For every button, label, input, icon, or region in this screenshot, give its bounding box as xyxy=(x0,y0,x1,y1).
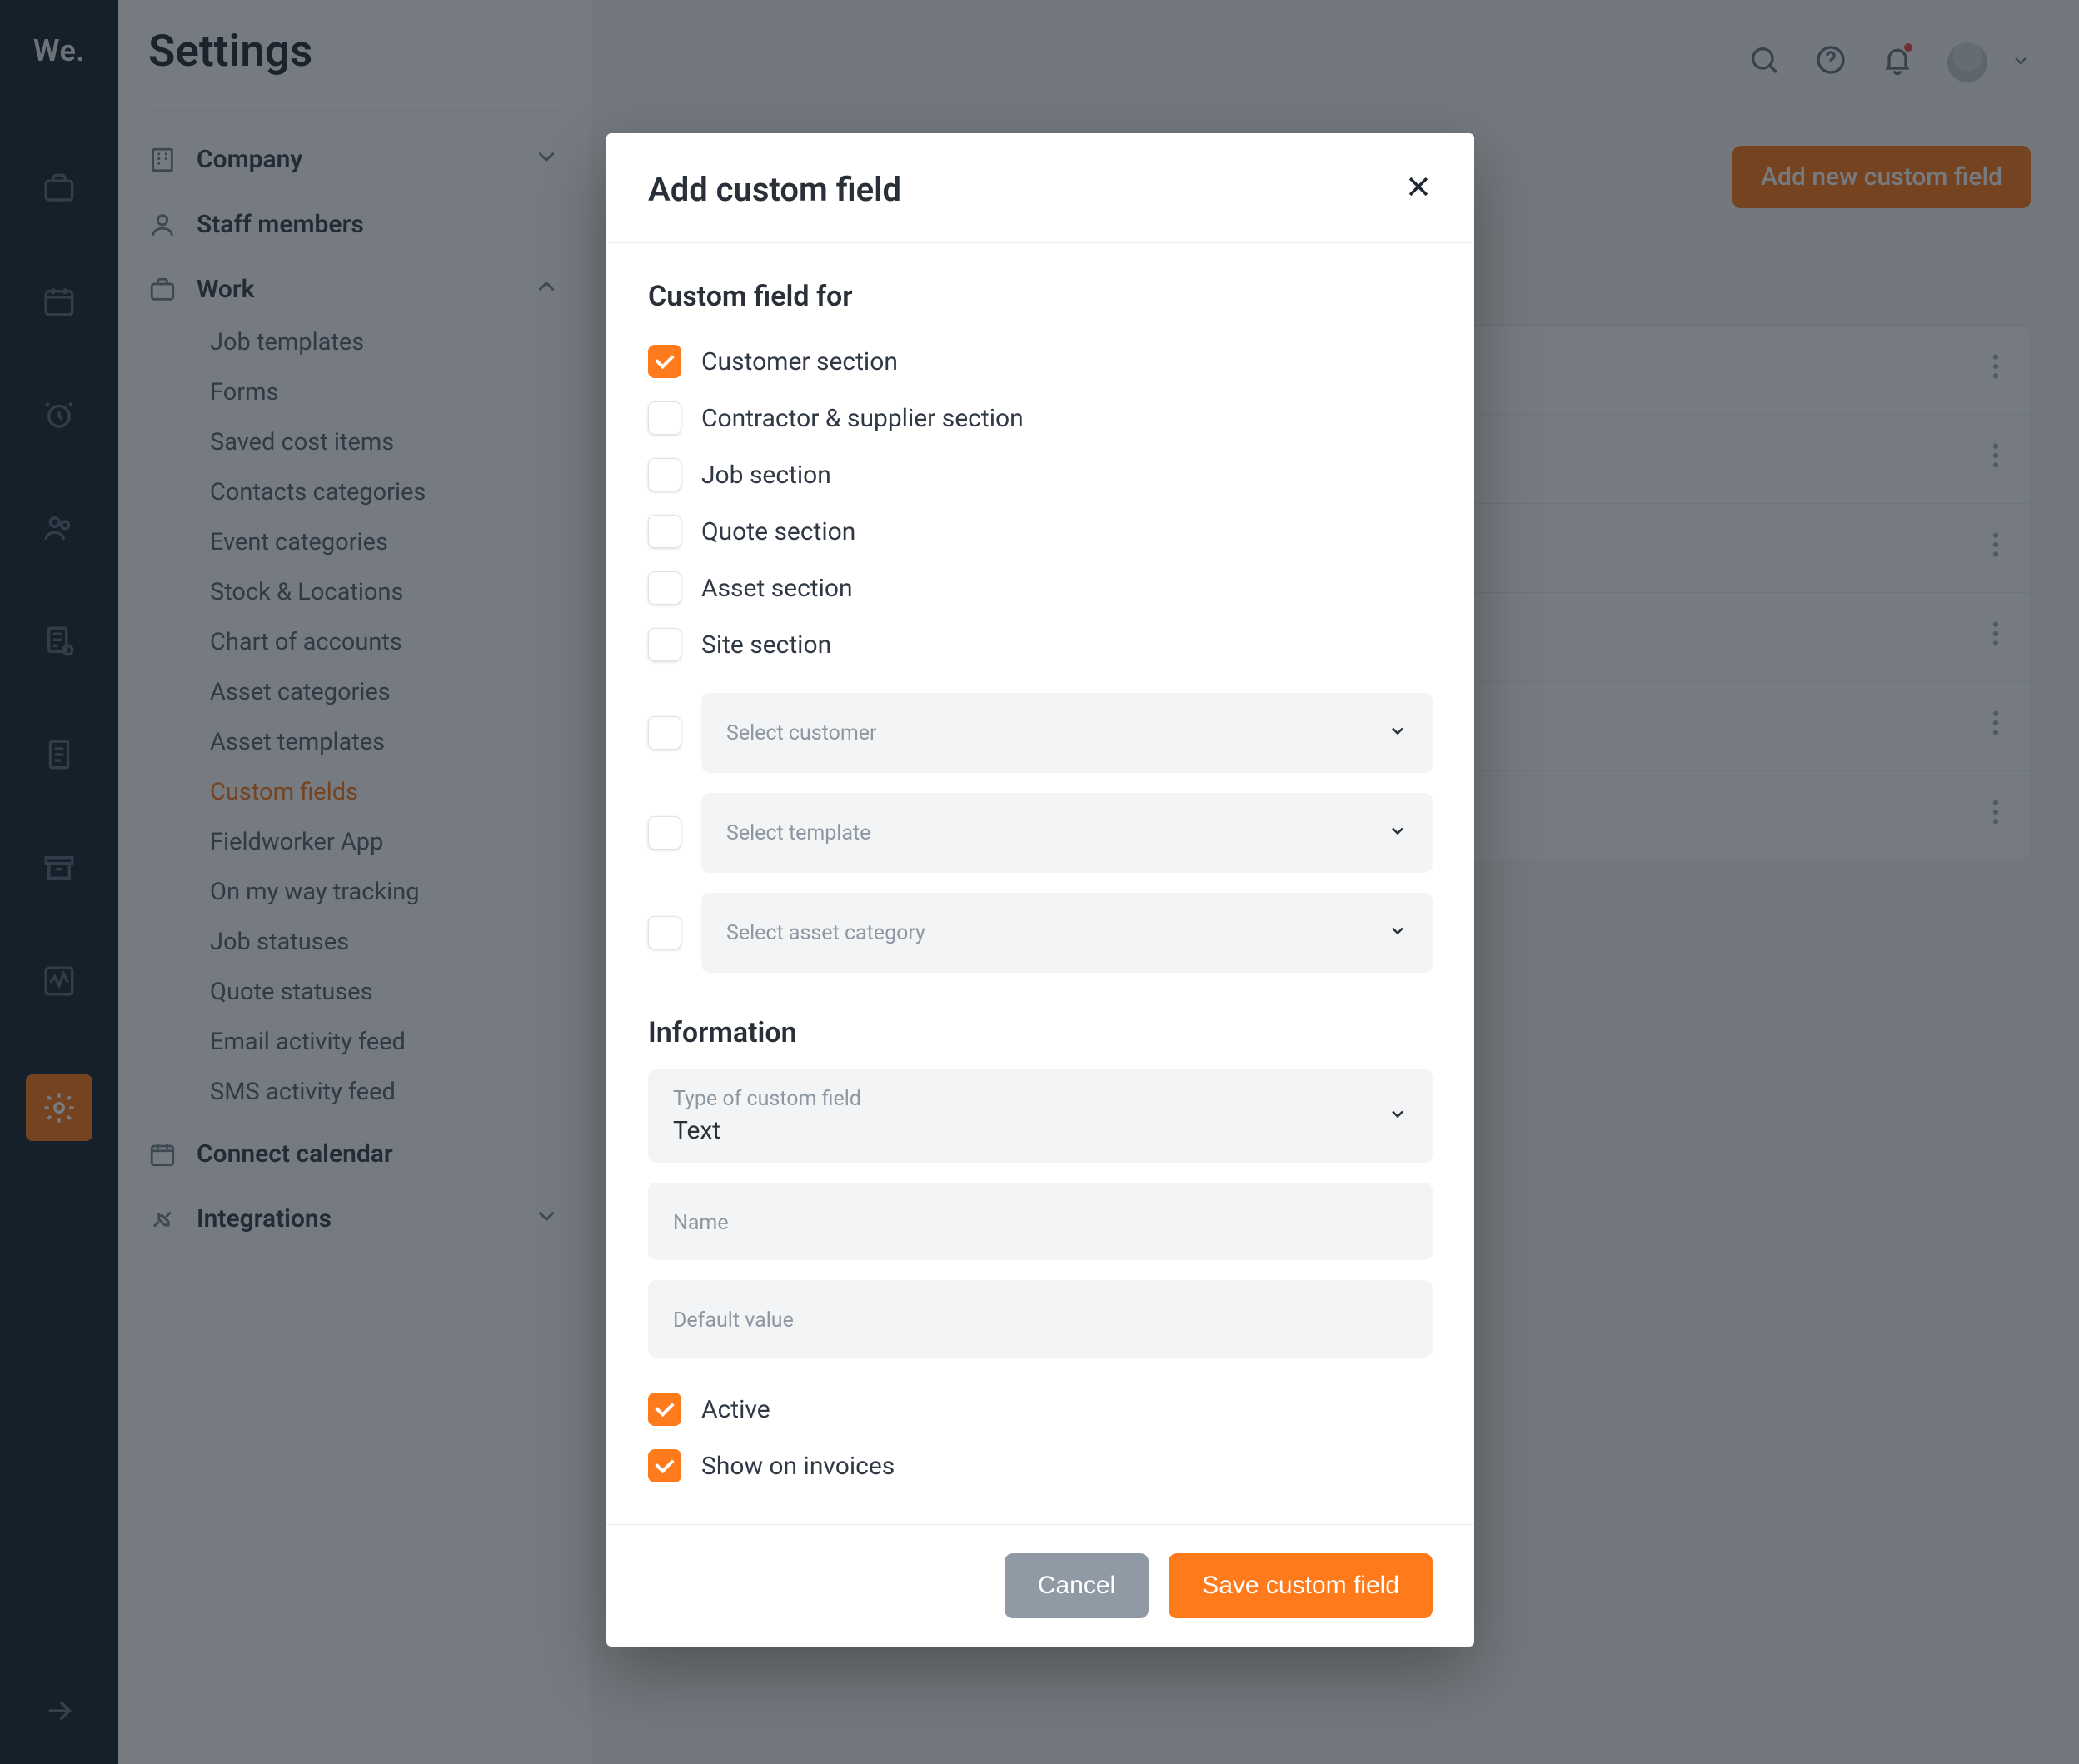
field-label: Default value xyxy=(673,1308,794,1333)
chevron-down-icon xyxy=(1388,720,1408,747)
cancel-button[interactable]: Cancel xyxy=(1005,1553,1149,1618)
save-button[interactable]: Save custom field xyxy=(1169,1553,1433,1618)
field-label: Select customer xyxy=(726,721,1408,745)
section-checkbox[interactable] xyxy=(648,458,681,491)
section-checkbox[interactable] xyxy=(648,628,681,661)
field-label: Type of custom field xyxy=(673,1087,1408,1111)
checkbox-label: Customer section xyxy=(701,347,898,376)
section-checkbox[interactable] xyxy=(648,571,681,605)
type-select[interactable]: Type of custom field Text xyxy=(648,1069,1433,1163)
name-input[interactable]: Name xyxy=(648,1183,1433,1260)
field-value: Text xyxy=(673,1116,1408,1145)
field-label: Select asset category xyxy=(726,921,1408,945)
section-checkbox[interactable] xyxy=(648,515,681,548)
select-field[interactable]: Select customer xyxy=(701,693,1433,773)
checkbox-label: Contractor & supplier section xyxy=(701,404,1024,433)
link-checkbox[interactable] xyxy=(648,716,681,750)
modal-footer: Cancel Save custom field xyxy=(606,1524,1474,1647)
show-on-invoices-checkbox[interactable] xyxy=(648,1449,681,1482)
section-title-information: Information xyxy=(648,1016,1433,1049)
section-checkbox[interactable] xyxy=(648,345,681,378)
chevron-down-icon xyxy=(1388,919,1408,947)
section-title-custom-field-for: Custom field for xyxy=(648,280,1433,313)
active-checkbox[interactable] xyxy=(648,1393,681,1426)
close-icon[interactable] xyxy=(1404,172,1433,207)
checkbox-label: Show on invoices xyxy=(701,1452,895,1481)
checkbox-label: Site section xyxy=(701,630,831,660)
chevron-down-icon xyxy=(1388,1103,1408,1130)
link-checkbox[interactable] xyxy=(648,916,681,949)
checkbox-label: Active xyxy=(701,1395,770,1424)
add-custom-field-modal: Add custom field Custom field for Custom… xyxy=(606,133,1474,1647)
field-label: Name xyxy=(673,1211,729,1235)
modal-title: Add custom field xyxy=(648,170,901,209)
checkbox-label: Job section xyxy=(701,461,831,490)
checkbox-label: Quote section xyxy=(701,517,855,546)
select-field[interactable]: Select template xyxy=(701,793,1433,873)
default-value-input[interactable]: Default value xyxy=(648,1280,1433,1358)
checkbox-label: Asset section xyxy=(701,574,853,603)
link-checkbox[interactable] xyxy=(648,816,681,850)
modal-header: Add custom field xyxy=(606,133,1474,243)
select-field[interactable]: Select asset category xyxy=(701,893,1433,973)
chevron-down-icon xyxy=(1388,820,1408,847)
field-label: Select template xyxy=(726,821,1408,845)
section-checkbox[interactable] xyxy=(648,401,681,435)
